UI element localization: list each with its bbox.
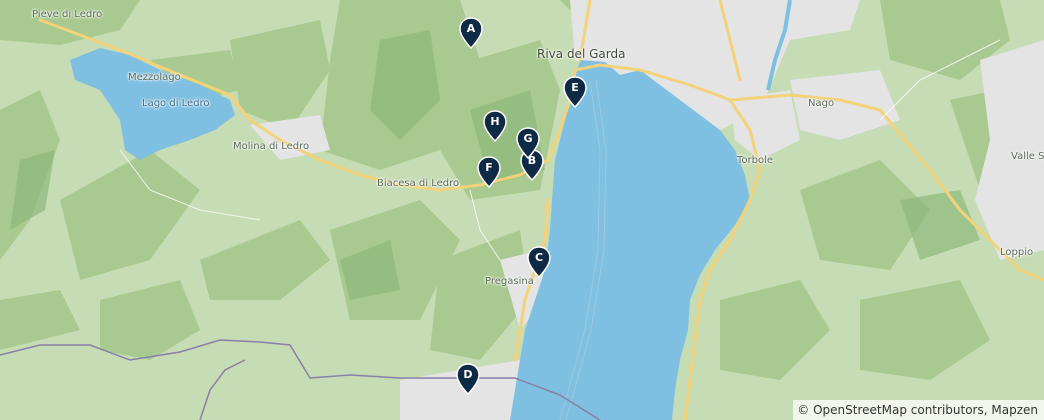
map-marker-a[interactable]: A bbox=[458, 17, 484, 49]
marker-label: G bbox=[523, 132, 533, 145]
place-biacesa-di-ledro: Biacesa di Ledro bbox=[377, 178, 460, 189]
marker-label: F bbox=[485, 161, 493, 174]
region-border-2 bbox=[199, 359, 246, 420]
place-pieve-di-ledro: Pieve di Ledro bbox=[32, 9, 103, 20]
marker-label: H bbox=[490, 115, 500, 128]
map-view[interactable]: Pieve di Ledro Mezzolago Lago di Ledro M… bbox=[0, 0, 1044, 420]
map-marker-c[interactable]: C bbox=[526, 246, 552, 278]
place-loppio: Loppio bbox=[1000, 247, 1034, 258]
place-valle-s: Valle S bbox=[1011, 151, 1044, 162]
map-marker-g[interactable]: G bbox=[515, 127, 541, 159]
place-nago: Nago bbox=[808, 98, 835, 109]
map-marker-f[interactable]: F bbox=[476, 156, 502, 188]
map-marker-e[interactable]: E bbox=[562, 76, 588, 108]
marker-label: E bbox=[571, 81, 579, 94]
place-molina-di-ledro: Molina di Ledro bbox=[233, 141, 310, 152]
marker-label: A bbox=[466, 22, 476, 35]
map-attribution: © OpenStreetMap contributors, Mapzen bbox=[793, 400, 1044, 420]
marker-label: D bbox=[463, 368, 473, 381]
osm-attribution-link[interactable]: OpenStreetMap contributors bbox=[813, 403, 984, 417]
mapzen-attribution-link[interactable]: Mapzen bbox=[991, 403, 1038, 417]
place-lago-di-ledro: Lago di Ledro bbox=[142, 98, 210, 109]
place-riva-del-garda: Riva del Garda bbox=[537, 47, 626, 61]
map-base-layer bbox=[0, 0, 1044, 420]
place-mezzolago: Mezzolago bbox=[128, 72, 181, 83]
place-torbole: Torbole bbox=[737, 155, 774, 166]
map-marker-h[interactable]: H bbox=[482, 110, 508, 142]
copyright-symbol: © bbox=[797, 403, 810, 417]
marker-label: C bbox=[534, 251, 544, 264]
map-marker-d[interactable]: D bbox=[455, 363, 481, 395]
